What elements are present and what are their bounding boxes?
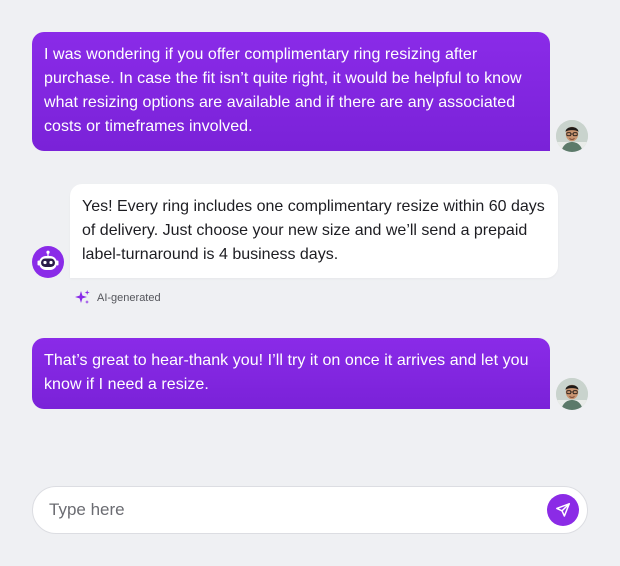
user-avatar — [556, 378, 588, 410]
chat-window: I was wondering if you offer complimenta… — [0, 0, 620, 566]
user-avatar-photo — [556, 120, 588, 152]
message-composer — [32, 486, 588, 534]
user-message-bubble: That’s great to hear-thank you! I’ll try… — [32, 338, 550, 409]
ai-generated-label: AI-generated — [97, 291, 161, 304]
robot-icon — [32, 246, 64, 278]
send-button[interactable] — [547, 494, 579, 526]
sparkle-icon — [75, 290, 90, 304]
ai-generated-badge: AI-generated — [74, 289, 161, 306]
send-icon — [556, 503, 570, 517]
user-avatar-photo — [556, 378, 588, 410]
message-input[interactable] — [49, 495, 529, 525]
bot-avatar — [32, 246, 64, 278]
user-avatar — [556, 120, 588, 152]
bot-message-bubble: Yes! Every ring includes one complimenta… — [70, 184, 558, 278]
user-message-bubble: I was wondering if you offer complimenta… — [32, 32, 550, 151]
